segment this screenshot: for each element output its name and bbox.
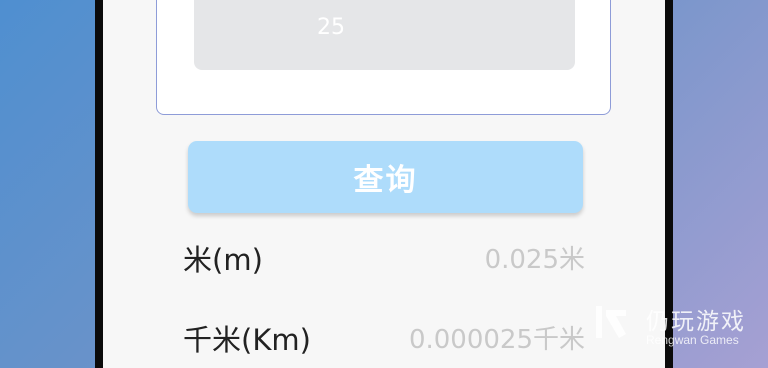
result-row-meter: 米(m) 0.025米 (183, 237, 585, 277)
app-screen: 25 查询 米(m) 0.025米 千米(Km) 0.000025千米 (103, 0, 665, 368)
result-value: 0.000025千米 (408, 325, 585, 355)
query-button[interactable]: 查询 (188, 141, 583, 213)
result-label: 千米(Km) (183, 323, 311, 357)
phone-frame-left (95, 0, 103, 368)
number-input[interactable]: 25 (194, 0, 575, 70)
result-label: 米(m) (183, 243, 263, 277)
result-value: 0.025米 (484, 245, 585, 275)
result-row-kilometer: 千米(Km) 0.000025千米 (183, 317, 585, 357)
watermark-name: 仍玩游戏 (646, 309, 746, 335)
watermark: 仍玩游戏 Rengwan Games (592, 300, 762, 354)
watermark-subtitle: Rengwan Games (646, 333, 739, 347)
input-card: 25 (156, 0, 611, 115)
input-value: 25 (317, 15, 345, 40)
watermark-logo-icon (596, 306, 626, 338)
